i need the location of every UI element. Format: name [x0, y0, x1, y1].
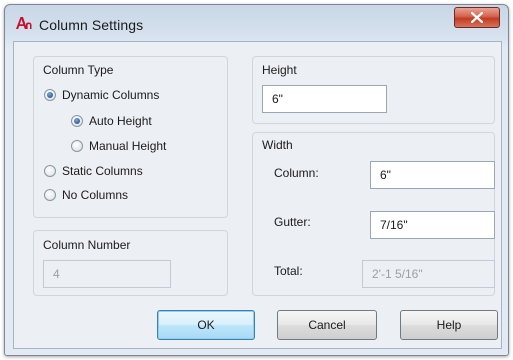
radio-manual-height[interactable]: Manual Height — [71, 139, 166, 153]
height-title: Height — [262, 63, 297, 77]
radio-no-columns[interactable]: No Columns — [44, 188, 128, 202]
height-input[interactable]: 6" — [262, 85, 387, 113]
dialog-body: Column Type Dynamic Columns Auto Height … — [13, 41, 502, 349]
cancel-button[interactable]: Cancel — [277, 310, 377, 340]
autocad-app-icon — [15, 16, 33, 30]
radio-static-columns-label: Static Columns — [62, 164, 143, 178]
radio-static-columns-indicator[interactable] — [44, 165, 56, 177]
radio-dynamic-columns-label: Dynamic Columns — [62, 88, 160, 102]
column-settings-dialog: Column Settings Column Type Dynamic Colu… — [4, 4, 509, 356]
help-button[interactable]: Help — [400, 310, 498, 340]
column-type-title: Column Type — [43, 63, 114, 77]
column-width-input[interactable]: 6" — [370, 161, 495, 189]
radio-manual-height-indicator[interactable] — [71, 140, 83, 152]
radio-no-columns-label: No Columns — [62, 188, 129, 202]
dialog-title: Column Settings — [39, 17, 144, 33]
column-number-field: 4 — [43, 260, 171, 288]
total-field: 2'-1 5/16" — [362, 260, 495, 288]
radio-static-columns[interactable]: Static Columns — [44, 164, 143, 178]
gutter-input[interactable]: 7/16" — [370, 211, 495, 239]
close-button[interactable] — [454, 7, 500, 28]
radio-manual-height-label: Manual Height — [89, 139, 167, 153]
ok-button[interactable]: OK — [157, 310, 255, 340]
column-number-title: Column Number — [43, 238, 131, 252]
title-bar[interactable]: Column Settings — [5, 5, 508, 41]
radio-dynamic-columns-indicator[interactable] — [44, 89, 56, 101]
total-label: Total: — [274, 264, 303, 278]
radio-auto-height-indicator[interactable] — [71, 115, 83, 127]
close-icon — [471, 12, 483, 23]
radio-no-columns-indicator[interactable] — [44, 189, 56, 201]
column-width-label: Column: — [274, 166, 319, 180]
gutter-label: Gutter: — [274, 215, 311, 229]
radio-auto-height-label: Auto Height — [89, 114, 152, 128]
width-title: Width — [262, 138, 293, 152]
radio-auto-height[interactable]: Auto Height — [71, 114, 152, 128]
radio-dynamic-columns[interactable]: Dynamic Columns — [44, 88, 159, 102]
